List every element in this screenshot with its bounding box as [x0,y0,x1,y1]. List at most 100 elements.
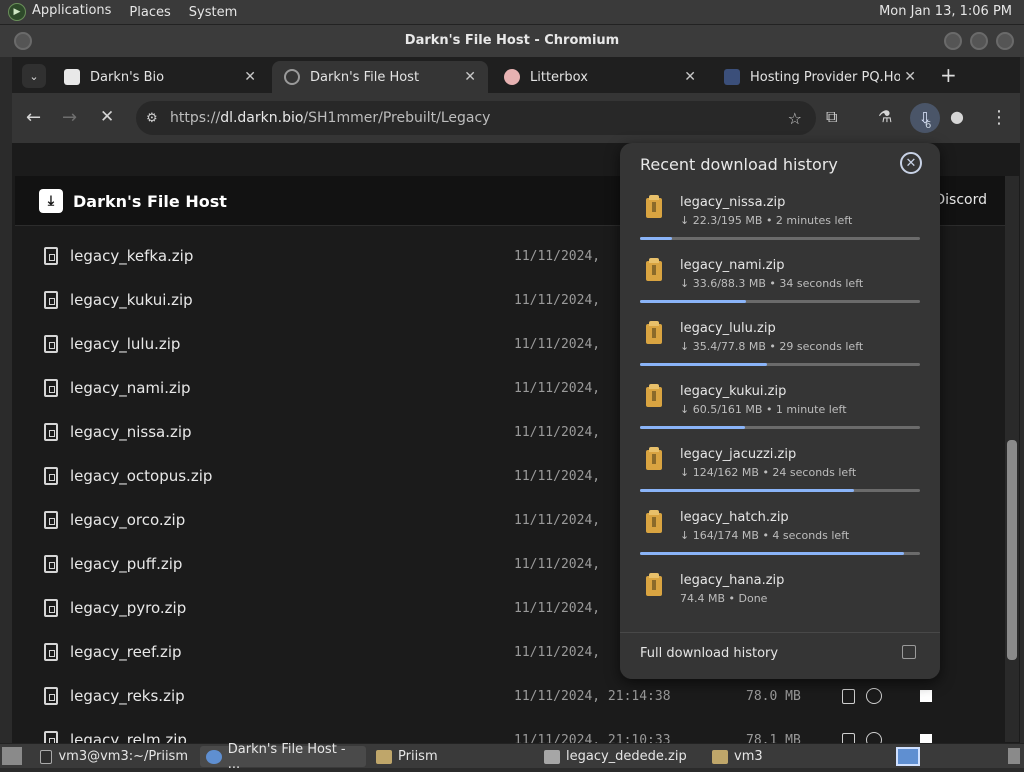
taskbar-item-chromium[interactable]: Darkn's File Host - ... [200,742,366,772]
download-item[interactable]: legacy_hana.zip 74.4 MB • Done [620,565,940,628]
close-tab-icon[interactable]: ✕ [464,69,476,85]
tab-litterbox[interactable]: Litterbox ✕ [492,61,708,93]
places-menu[interactable]: Places [129,5,170,20]
file-size: 78.0 MB [746,688,801,704]
file-name[interactable]: legacy_pyro.zip [70,599,500,617]
tab-search-button[interactable]: ⌄ [22,64,46,88]
download-item[interactable]: legacy_hatch.zip ↓ 164/174 MB • 4 seconds… [620,502,940,565]
window-menu-button[interactable] [14,32,32,50]
window-titlebar[interactable]: Darkn's File Host - Chromium [0,25,1024,57]
full-history-label: Full download history [640,646,779,661]
taskbar-item-vm3[interactable]: vm3 [706,746,866,767]
litterbox-favicon-icon [504,69,520,85]
downloads-count-badge: 6 [925,120,932,131]
tab-darkns-bio[interactable]: Darkn's Bio ✕ [52,61,268,93]
page-scrollbar-thumb[interactable] [1007,440,1017,660]
chromium-icon [206,749,222,764]
window-title: Darkn's File Host - Chromium [404,33,620,48]
close-tab-icon[interactable]: ✕ [904,69,916,85]
download-progress-bar [640,363,920,366]
file-name[interactable]: legacy_reef.zip [70,643,500,661]
site-brand[interactable]: ⤓ Darkn's File Host [39,189,227,213]
bio-favicon-icon [64,69,80,85]
download-progress-fill [640,489,855,492]
download-filename: legacy_kukui.zip [680,384,787,399]
bookmark-star-icon[interactable]: ☆ [788,109,802,128]
file-name[interactable]: legacy_puff.zip [70,555,500,573]
download-filename: legacy_jacuzzi.zip [680,447,797,462]
zip-file-icon [646,195,662,218]
maximize-button[interactable] [970,32,988,50]
file-name[interactable]: legacy_octopus.zip [70,467,500,485]
zip-file-icon [646,384,662,407]
profile-avatar-icon[interactable]: ● [950,107,964,126]
close-tab-icon[interactable]: ✕ [244,69,256,85]
file-zip-icon [44,291,58,309]
applications-menu-label[interactable]: Applications [32,3,111,18]
close-panel-button[interactable]: ✕ [900,152,922,174]
taskbar-item-priism[interactable]: Priism [370,746,530,767]
file-name[interactable]: legacy_lulu.zip [70,335,500,353]
site-info-icon[interactable]: ⚙ [146,111,158,126]
download-progress-fill [640,363,768,366]
download-item[interactable]: legacy_nami.zip ↓ 33.6/88.3 MB • 34 secon… [620,250,940,313]
tab-darkns-file-host[interactable]: Darkn's File Host ✕ [272,61,488,93]
file-name[interactable]: legacy_kukui.zip [70,291,500,309]
file-name[interactable]: legacy_nami.zip [70,379,500,397]
file-name[interactable]: legacy_nissa.zip [70,423,500,441]
terminal-icon [40,749,53,764]
copy-link-icon[interactable] [842,688,855,704]
file-name[interactable]: legacy_kefka.zip [70,247,500,265]
select-checkbox[interactable] [920,690,932,702]
taskbar-item-archive[interactable]: legacy_dedede.zip [538,746,702,767]
file-zip-icon [44,247,58,265]
archive-icon [544,749,560,764]
file-name[interactable]: legacy_orco.zip [70,511,500,529]
zip-file-icon [646,573,662,596]
download-icon[interactable] [866,688,882,704]
download-logo-icon: ⤓ [39,189,63,213]
download-progress-bar [640,552,920,555]
show-desktop-icon[interactable] [2,747,22,765]
folder-icon [376,749,392,764]
stop-loading-icon[interactable]: ✕ [100,107,114,127]
back-icon[interactable]: ← [26,107,41,128]
file-zip-icon [44,423,58,441]
close-window-button[interactable] [996,32,1014,50]
extensions-icon[interactable]: ⧉ [826,107,837,127]
download-status: ↓ 164/174 MB • 4 seconds left [680,529,850,542]
system-menu[interactable]: System [189,5,237,20]
download-item[interactable]: legacy_nissa.zip ↓ 22.3/195 MB • 2 minute… [620,187,940,250]
zip-file-icon [646,258,662,281]
file-zip-icon [44,643,58,661]
download-filename: legacy_lulu.zip [680,321,776,336]
address-bar[interactable]: ⚙ https://dl.darkn.bio/SH1mmer/Prebuilt/… [136,101,816,135]
applications-menu[interactable]: ▶ Applications [8,3,111,21]
file-name[interactable]: legacy_reks.zip [70,687,500,705]
forward-icon[interactable]: → [62,107,77,128]
clock[interactable]: Mon Jan 13, 1:06 PM [879,4,1012,19]
applications-logo-icon: ▶ [8,3,26,21]
tab-hosting-provider[interactable]: Hosting Provider PQ.Host ✕ [712,61,928,93]
minimize-button[interactable] [944,32,962,50]
zip-file-icon [646,510,662,533]
file-date: 11/11/2024, [514,468,601,484]
download-item[interactable]: legacy_lulu.zip ↓ 35.4/77.8 MB • 29 secon… [620,313,940,376]
full-download-history-link[interactable]: Full download history [620,632,940,679]
new-tab-button[interactable]: + [940,63,957,87]
file-row[interactable]: legacy_reks.zip 11/11/2024, 21:14:38 78.0 … [30,674,990,718]
workspace-switcher-icon[interactable] [896,747,920,766]
kebab-menu-icon[interactable]: ⋮ [990,107,1008,128]
download-progress-bar [640,426,920,429]
labs-flask-icon[interactable]: ⚗ [878,107,892,126]
taskbar-label: Darkn's File Host - ... [227,741,346,772]
close-tab-icon[interactable]: ✕ [684,69,696,85]
download-item[interactable]: legacy_jacuzzi.zip ↓ 124/162 MB • 24 seco… [620,439,940,502]
file-date: 11/11/2024, [514,512,601,528]
zip-file-icon [646,447,662,470]
taskbar-item-terminal[interactable]: vm3@vm3:~/Priism [34,746,194,767]
discord-link[interactable]: Discord [934,192,987,208]
download-status: 74.4 MB • Done [680,592,768,605]
trash-icon[interactable] [1008,748,1020,764]
download-item[interactable]: legacy_kukui.zip ↓ 60.5/161 MB • 1 minute… [620,376,940,439]
